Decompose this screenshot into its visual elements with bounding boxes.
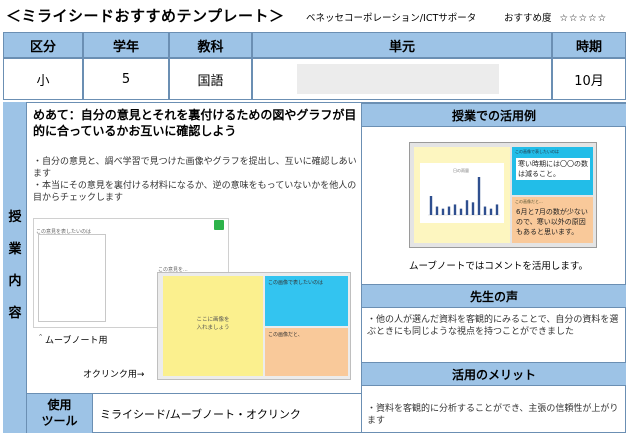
header-category: 区分 <box>3 32 83 58</box>
oclink-caption: オクリンク用→ <box>83 370 145 380</box>
lesson-goal: めあて：自分の意見とそれを裏付けるための図やグラフが目的に合っているかお互いに確… <box>33 108 357 138</box>
side-char: 業 <box>8 242 22 257</box>
side-char: 授 <box>8 210 22 225</box>
merit-text: ・資料を客観的に分析することができ、主張の信頼性が上がります <box>367 404 619 426</box>
chart-bar <box>429 196 433 215</box>
chart-bar <box>441 208 445 215</box>
chart-bar <box>495 204 499 215</box>
recommend-label: おすすめ度 <box>504 13 552 24</box>
movenote-caption: ＾ムーブノート用 <box>36 336 108 346</box>
side-char: 容 <box>8 306 22 321</box>
value-period: 10月 <box>552 58 626 100</box>
example-orange-text: 6月と7月の数が少ないので、寒い以外の原因もあると思います。 <box>516 208 588 236</box>
example-comment-note: 寒い時期には〇〇の数は減ること。 <box>516 158 590 180</box>
chart-bar <box>477 177 481 215</box>
merit-heading: 活用のメリット <box>362 362 626 386</box>
movenote-green-icon <box>214 220 224 230</box>
header-grade: 学年 <box>83 32 169 58</box>
chart-bar <box>465 200 469 215</box>
chart-bar <box>453 204 457 215</box>
voice-text: ・他の人が選んだ資料を客観的にみることで、自分の資料を選ぶときにも同じような視点… <box>367 315 619 337</box>
example-orange-label: この画像だと... <box>515 199 543 204</box>
usage-heading: 授業での活用例 <box>362 103 626 127</box>
tools-label: 使用 ツール <box>27 394 93 433</box>
header-period: 時期 <box>552 32 626 58</box>
header-subject: 教科 <box>169 32 252 58</box>
tools-value: ミライシード/ムーブノート・オクリンク <box>100 408 301 421</box>
chart-bar <box>471 202 475 215</box>
recommendation: おすすめ度 ☆☆☆☆☆ <box>504 10 607 24</box>
organization-label: ベネッセコーポレーション/ICTサポータ <box>306 13 477 24</box>
recommend-stars: ☆☆☆☆☆ <box>559 13 608 24</box>
value-grade: 5 <box>83 58 169 100</box>
value-category: 小 <box>3 58 83 100</box>
chart-bar <box>435 206 439 215</box>
value-subject: 国語 <box>169 58 252 100</box>
oclink-yellow-text: ここに画像を 入れましょう <box>196 317 230 331</box>
movenote-card <box>38 234 106 322</box>
lesson-bullet: ・自分の意見と、調べ学習で見つけた画像やグラフを提出し、互いに確認しあいます <box>33 157 357 179</box>
side-char: 内 <box>8 274 22 289</box>
example-cyan-label: この画像で表したいのは <box>515 149 559 154</box>
chart-bar <box>447 206 451 215</box>
example-chart-title: 日の雨量 <box>453 168 469 173</box>
chart-bar <box>489 208 493 215</box>
oclink-cyan-label: この画像で表したいのは <box>268 280 324 286</box>
usage-caption: ムーブノートではコメントを活用します。 <box>409 261 588 272</box>
page-title: ＜ミライシードおすすめテンプレート＞ <box>6 7 285 25</box>
header-unit: 単元 <box>252 32 552 58</box>
voice-heading: 先生の声 <box>362 284 626 308</box>
chart-bar <box>459 208 463 215</box>
unit-input-box <box>297 64 499 94</box>
oclink-orange-label: この画像だと、 <box>268 332 303 338</box>
lesson-side-label: 授 業 内 容 <box>3 102 27 433</box>
chart-bar <box>483 206 487 215</box>
lesson-bullet: ・本当にその意見を裏付ける材料になるか、逆の意味をもっていないかを他人の目からチ… <box>33 181 357 203</box>
